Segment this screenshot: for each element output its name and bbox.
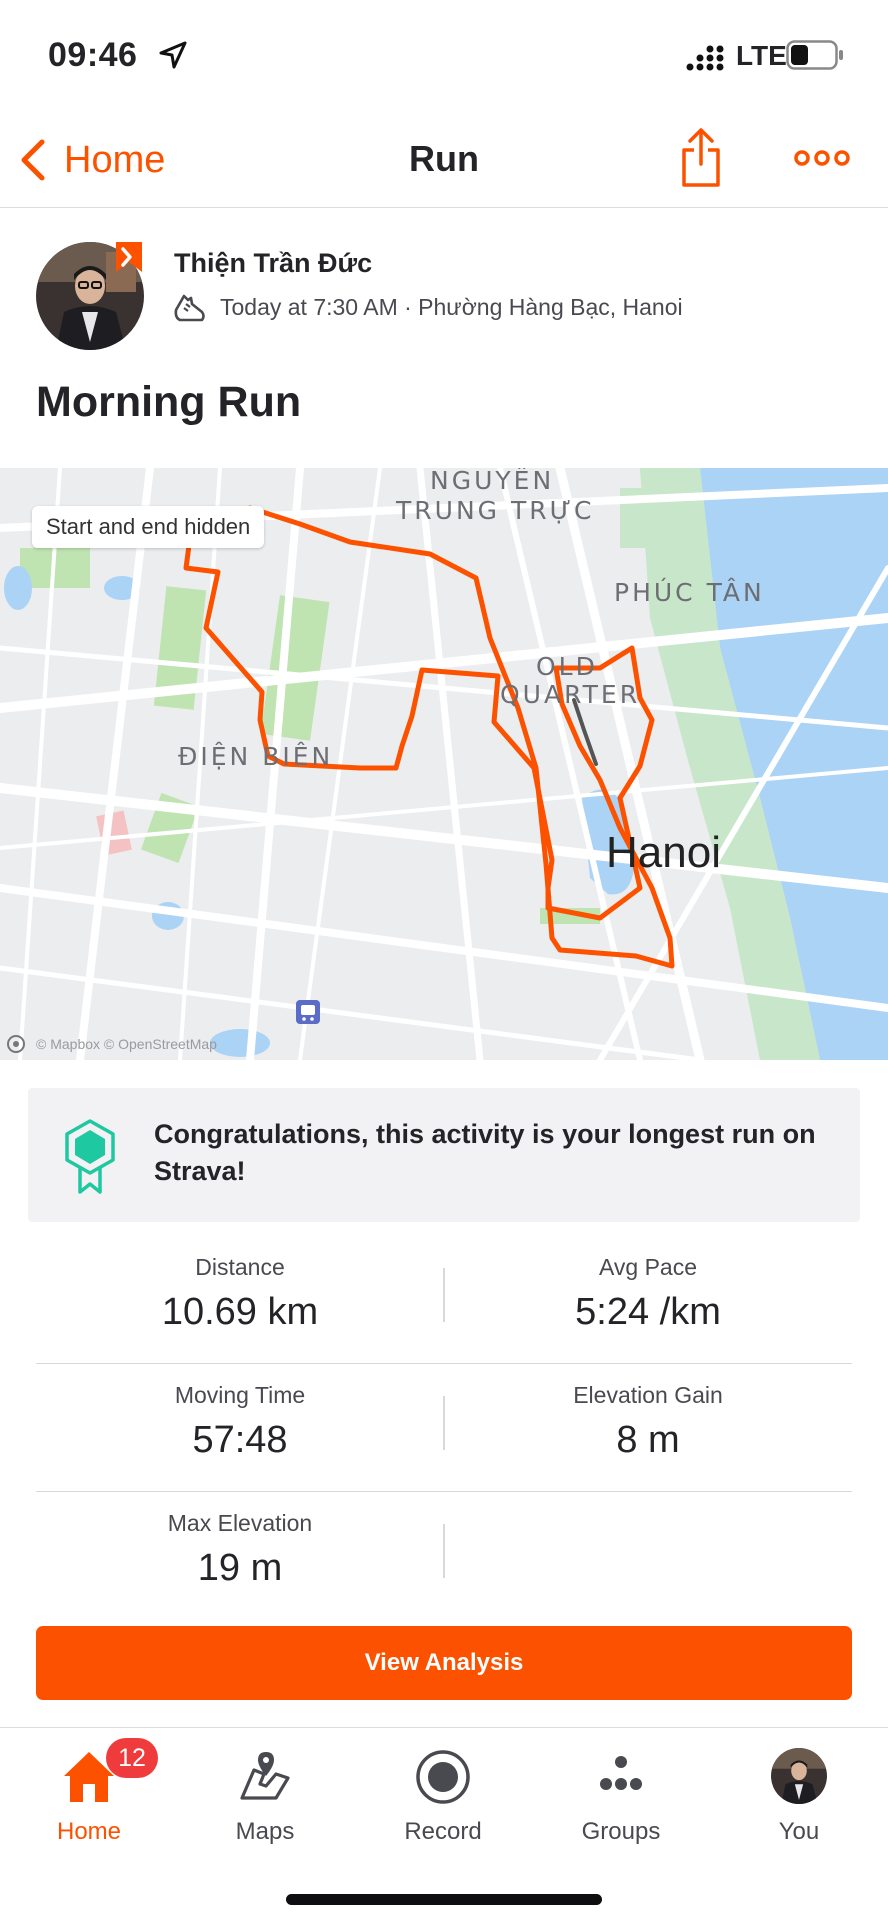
- activity-header: Thiện Trần Đức Today at 7:30 AM · Phường…: [0, 208, 888, 468]
- stat-label: Distance: [195, 1254, 285, 1280]
- tab-record[interactable]: Record: [354, 1728, 532, 1848]
- chevron-left-icon: [21, 139, 45, 181]
- avatar: [771, 1748, 827, 1804]
- athlete-name[interactable]: Thiện Trần Đức: [174, 248, 372, 279]
- stat-moving-time: Moving Time 57:48: [36, 1382, 444, 1462]
- tab-label: Groups: [581, 1818, 661, 1845]
- stats-row: Moving Time 57:48 Elevation Gain 8 m: [36, 1364, 852, 1492]
- network-type: LTE: [736, 40, 787, 71]
- tab-you[interactable]: You: [710, 1728, 888, 1848]
- stat-label: Avg Pace: [598, 1254, 698, 1280]
- share-icon[interactable]: [680, 128, 722, 188]
- mapbox-logo-icon: [7, 1035, 25, 1053]
- stats-row: Max Elevation 19 m: [36, 1492, 852, 1620]
- map-attribution[interactable]: © Mapbox © OpenStreetMap: [36, 1036, 217, 1052]
- location-arrow-icon: [159, 41, 187, 69]
- status-bar: 09:46 LTE: [0, 0, 888, 110]
- stat-value: 5:24 /km: [575, 1291, 721, 1333]
- maps-icon: [240, 1752, 290, 1800]
- achievement-banner[interactable]: Congratulations, this activity is your l…: [28, 1088, 860, 1222]
- map-label-quarter: QUARTER: [500, 680, 641, 709]
- stats-grid: Distance 10.69 km Avg Pace 5:24 /km Movi…: [36, 1236, 852, 1620]
- subscriber-badge-icon: [116, 242, 142, 272]
- activity-title: Morning Run: [36, 378, 302, 426]
- stat-value: 19 m: [197, 1547, 283, 1589]
- tab-bar: 12 Home Maps Record Groups You: [0, 1727, 888, 1920]
- map-label-old: OLD: [536, 652, 598, 681]
- stat-value: 57:48: [192, 1419, 288, 1461]
- tab-label: Home: [56, 1818, 122, 1845]
- divider: [443, 1524, 445, 1578]
- map-label-phuc-tan: PHÚC TÂN: [614, 578, 765, 607]
- activity-date-location: Today at 7:30 AM · Phường Hàng Bạc, Hano…: [220, 294, 683, 320]
- status-time: 09:46: [48, 36, 138, 74]
- achievement-badge-icon: [65, 1119, 115, 1194]
- stat-label: Max Elevation: [167, 1510, 313, 1536]
- stat-value: 8 m: [616, 1419, 680, 1461]
- map-base: [0, 468, 888, 1060]
- tab-home[interactable]: 12 Home: [0, 1728, 178, 1848]
- tab-label: Record: [404, 1818, 482, 1845]
- stat-distance: Distance 10.69 km: [36, 1254, 444, 1334]
- map-label-dien-bien: ĐIỆN BIÊN: [178, 742, 334, 771]
- back-button[interactable]: Home: [18, 132, 165, 188]
- record-icon: [416, 1750, 470, 1804]
- running-shoe-icon: [174, 294, 205, 322]
- tab-maps[interactable]: Maps: [176, 1728, 354, 1848]
- achievement-text: Congratulations, this activity is your l…: [154, 1119, 816, 1186]
- map-label-city: Hanoi: [606, 828, 721, 877]
- tab-label: Maps: [235, 1818, 295, 1845]
- tab-label: You: [778, 1818, 820, 1845]
- signal-icon: [686, 45, 724, 71]
- stat-label: Moving Time: [174, 1382, 306, 1408]
- start-end-hidden-notice: Start and end hidden: [32, 506, 265, 548]
- activity-map[interactable]: Start and end hidden NGUYÊN TRUNG TRỰC P…: [0, 468, 888, 1060]
- stat-avg-pace: Avg Pace 5:24 /km: [444, 1254, 852, 1334]
- map-label-trung-truc: TRUNG TRỰC: [396, 496, 595, 525]
- view-analysis-button[interactable]: View Analysis: [36, 1626, 852, 1700]
- notification-badge: 12: [106, 1738, 158, 1778]
- tab-groups[interactable]: Groups: [532, 1728, 710, 1848]
- stat-max-elevation: Max Elevation 19 m: [36, 1510, 444, 1590]
- groups-icon: [600, 1756, 642, 1790]
- home-indicator: [286, 1894, 602, 1905]
- stat-label: Elevation Gain: [573, 1382, 723, 1408]
- back-label: Home: [64, 138, 166, 181]
- athlete-avatar[interactable]: [36, 242, 146, 352]
- battery-icon: [786, 40, 843, 70]
- metro-station-icon: [296, 1000, 320, 1024]
- more-options-icon[interactable]: [794, 146, 850, 170]
- stat-value: 10.69 km: [161, 1291, 319, 1333]
- map-label-nguyen: NGUYÊN: [430, 468, 555, 495]
- stats-row: Distance 10.69 km Avg Pace 5:24 /km: [36, 1236, 852, 1364]
- stat-elevation-gain: Elevation Gain 8 m: [444, 1382, 852, 1462]
- nav-bar: Home Run: [0, 110, 888, 208]
